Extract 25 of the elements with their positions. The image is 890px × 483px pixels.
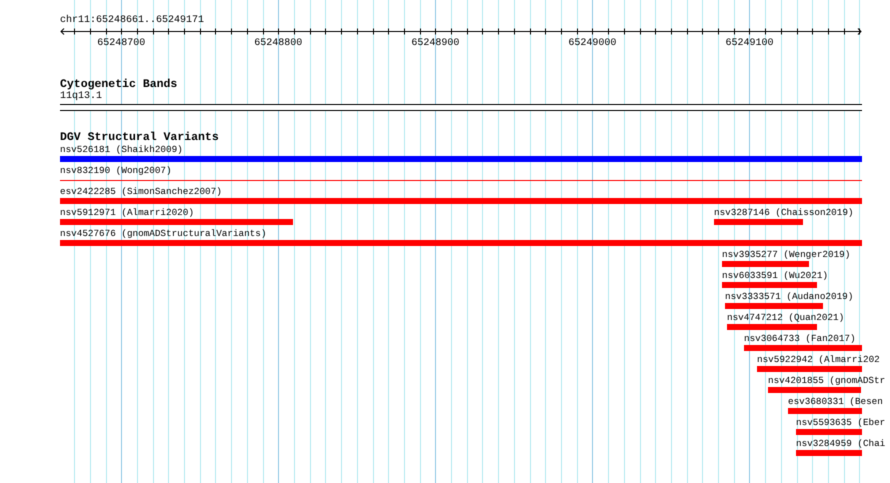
feature-label: nsv832190 (Wong2007) [60, 165, 172, 177]
tick-label: 65248800 [254, 37, 302, 50]
feature-label: esv3680331 (Besen [788, 396, 883, 408]
track-title: Cytogenetic Bands [60, 78, 178, 91]
feature-label: nsv5922942 (Almarri202 [757, 354, 880, 366]
feature-label: nsv4747212 (Quan2021) [727, 312, 844, 324]
feature-label: nsv526181 (Shaikh2009) [60, 144, 183, 156]
feature-label: nsv3935277 (Wenger2019) [722, 249, 850, 261]
band-label: 11q13.1 [60, 91, 102, 103]
feature-label: nsv5912971 (Almarri2020) [60, 207, 194, 219]
feature-label: nsv4201855 (gnomADStr [768, 375, 886, 387]
feature-label: nsv3287146 (Chaisson2019) [714, 207, 854, 219]
track-title: DGV Structural Variants [60, 131, 219, 144]
feature-label: nsv5593635 (Eber [796, 417, 886, 429]
tick-label: 65249100 [725, 37, 774, 50]
region-label: chr11:65248661..65249171 [60, 14, 204, 27]
tick-label: 65249000 [568, 37, 616, 50]
tick-label: 65248900 [411, 37, 460, 50]
feature-label: nsv3064733 (Fan2017) [744, 333, 856, 345]
feature-label: esv2422285 (SimonSanchez2007) [60, 186, 222, 198]
feature-label: nsv4527676 (gnomADStructuralVariants) [60, 228, 266, 240]
feature-label: nsv3333571 (Audano2019) [725, 291, 854, 303]
feature-label: nsv3284959 (Chai [796, 438, 886, 450]
feature-label: nsv6033591 (Wu2021) [722, 270, 828, 282]
tick-label: 65248700 [97, 37, 146, 50]
